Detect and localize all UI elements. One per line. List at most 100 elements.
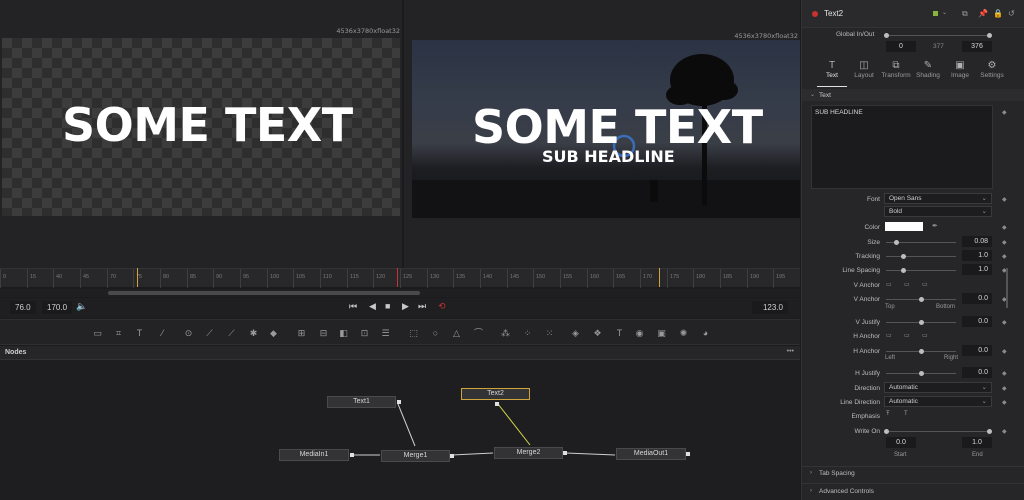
particle-emitter-icon[interactable]: ⁂: [500, 328, 511, 339]
node-merge1-output[interactable]: [450, 454, 454, 458]
node-text2-output[interactable]: [495, 402, 499, 406]
viewer-right[interactable]: 4536x3780xfloat32 SOME TEXT SUB HEADLINE: [404, 0, 800, 268]
anchor-center-icon[interactable]: ▭: [904, 332, 910, 339]
cube-3d-icon[interactable]: ▣: [656, 328, 667, 339]
h-anchor-knob[interactable]: [919, 349, 924, 354]
node-mediaout1-output[interactable]: [686, 452, 690, 456]
node-color-icon[interactable]: [933, 11, 938, 16]
ellipse-mask-icon[interactable]: ○: [430, 328, 441, 339]
loop-icon[interactable]: ⟲: [438, 301, 446, 312]
timeline-scrollbar[interactable]: [0, 289, 800, 297]
anchor-right-icon[interactable]: ▭: [922, 332, 928, 339]
text-tool-icon[interactable]: T: [134, 328, 145, 339]
bspline-tool-icon[interactable]: ⟋: [226, 328, 237, 339]
global-inout-slider[interactable]: [886, 35, 990, 36]
keyframe-diamond-icon[interactable]: ◆: [1002, 399, 1007, 406]
keyframe-diamond-icon[interactable]: ◆: [1002, 253, 1007, 260]
keyframe-diamond-icon[interactable]: ◆: [1002, 370, 1007, 377]
strikeout-icon[interactable]: Ŧ: [886, 411, 890, 417]
line-spacing-slider[interactable]: [886, 270, 956, 271]
tracking-knob[interactable]: [901, 254, 906, 259]
h-anchor-field[interactable]: 0.0: [962, 345, 992, 356]
node-text2[interactable]: Text2: [461, 388, 530, 400]
chevron-down-icon[interactable]: ⌄: [942, 9, 947, 16]
tab-image[interactable]: ▣ Image: [945, 60, 975, 79]
stop-icon[interactable]: ■: [385, 301, 390, 311]
render-start-marker[interactable]: [137, 268, 138, 287]
global-in-knob[interactable]: [884, 33, 889, 38]
particles-tool-icon[interactable]: ⊙: [183, 328, 194, 339]
inspector-scrollbar[interactable]: [1006, 268, 1008, 308]
rect-mask-icon[interactable]: ⬚: [408, 328, 419, 339]
direction-dropdown[interactable]: Automatic ⌄: [884, 382, 992, 393]
anchor-left-icon[interactable]: ▭: [886, 332, 892, 339]
polygon-tool-icon[interactable]: ⟋: [204, 328, 215, 339]
node-text1-output[interactable]: [397, 400, 401, 404]
timeline-ruler[interactable]: 0 15 40 45 70 75 80 85 90 95 100 105 110 115 120 125 130…: [0, 268, 800, 288]
size-knob[interactable]: [894, 240, 899, 245]
h-justify-knob[interactable]: [919, 371, 924, 376]
playhead[interactable]: [397, 268, 398, 287]
keyframe-diamond-icon[interactable]: ◆: [1002, 348, 1007, 355]
tab-settings[interactable]: ⚙ Settings: [977, 60, 1007, 79]
write-on-start-knob[interactable]: [884, 429, 889, 434]
camera-3d-icon[interactable]: ◉: [634, 328, 645, 339]
render-start-field[interactable]: 76.0: [10, 301, 36, 314]
particle-style-icon[interactable]: ⁙: [544, 328, 555, 339]
keyframe-diamond-icon[interactable]: ◆: [1002, 239, 1007, 246]
drop-tool-icon[interactable]: ◆: [268, 328, 279, 339]
keyframe-diamond-icon[interactable]: ◆: [1002, 109, 1007, 116]
brush-tool-icon[interactable]: ⁄: [157, 328, 168, 339]
node-merge1[interactable]: Merge1: [381, 450, 450, 462]
anchor-top-icon[interactable]: ▭: [886, 281, 892, 288]
render-end-marker[interactable]: [659, 268, 660, 287]
renderer-3d-icon[interactable]: ◕: [700, 328, 711, 339]
tab-layout[interactable]: ◫ Layout: [849, 60, 879, 79]
blur-tool-icon[interactable]: ✱: [248, 328, 259, 339]
merge-tool-icon[interactable]: ⊞: [296, 328, 307, 339]
styled-text-input[interactable]: SUB HEADLINE: [811, 105, 993, 189]
write-on-start-field[interactable]: 0.0: [886, 437, 916, 448]
text-3d-icon[interactable]: T: [614, 328, 625, 339]
line-spacing-knob[interactable]: [901, 268, 906, 273]
underline-icon[interactable]: T: [904, 411, 908, 417]
node-editor[interactable]: Text1 Text2 MediaIn1 Merge1 Merge2 Media…: [0, 360, 800, 500]
render-end-field[interactable]: 170.0: [42, 301, 73, 314]
go-to-end-icon[interactable]: ⏭: [418, 301, 426, 312]
reset-icon[interactable]: ↺: [1008, 9, 1015, 18]
tab-shading[interactable]: ✎ Shading: [913, 60, 943, 79]
go-to-start-icon[interactable]: ⏮: [349, 301, 357, 312]
layer-tool-icon[interactable]: ☰: [380, 328, 391, 339]
font-dropdown[interactable]: Open Sans ⌄: [884, 193, 992, 204]
font-style-dropdown[interactable]: Bold ⌄: [884, 206, 992, 217]
current-frame-field[interactable]: 123.0: [752, 301, 788, 314]
write-on-end-knob[interactable]: [987, 429, 992, 434]
keyframe-diamond-icon[interactable]: ◆: [1002, 224, 1007, 231]
line-spacing-field[interactable]: 1.0: [962, 264, 992, 275]
background-tool-icon[interactable]: ▭: [92, 328, 103, 339]
node-mediain1-output[interactable]: [350, 453, 354, 457]
pin-icon[interactable]: 📌: [978, 9, 988, 18]
tab-text[interactable]: T Text: [817, 60, 847, 79]
eyedropper-icon[interactable]: ✒: [932, 222, 938, 230]
global-out-field[interactable]: 376: [962, 41, 992, 52]
polygon-mask-icon[interactable]: △: [451, 328, 462, 339]
bspline-mask-icon[interactable]: ⌒: [473, 328, 484, 339]
keyframe-diamond-icon[interactable]: ◆: [1002, 385, 1007, 392]
merge-3d-icon[interactable]: ❖: [592, 328, 603, 339]
write-on-end-field[interactable]: 1.0: [962, 437, 992, 448]
play-reverse-icon[interactable]: ◀: [369, 301, 376, 312]
keyframe-diamond-icon[interactable]: ◆: [1002, 428, 1007, 435]
anchor-bottom-icon[interactable]: ▭: [922, 281, 928, 288]
node-merge2-output[interactable]: [563, 451, 567, 455]
timeline-scroll-thumb[interactable]: [108, 291, 420, 295]
node-active-icon[interactable]: [812, 11, 818, 17]
size-field[interactable]: 0.08: [962, 236, 992, 247]
light-3d-icon[interactable]: ✺: [678, 328, 689, 339]
v-justify-knob[interactable]: [919, 320, 924, 325]
shape-3d-icon[interactable]: ◈: [570, 328, 581, 339]
versions-icon[interactable]: ⧉: [962, 9, 968, 19]
node-mediaout1[interactable]: MediaOut1: [616, 448, 686, 460]
keyframe-diamond-icon[interactable]: ◆: [1002, 319, 1007, 326]
global-in-field[interactable]: 0: [886, 41, 916, 52]
